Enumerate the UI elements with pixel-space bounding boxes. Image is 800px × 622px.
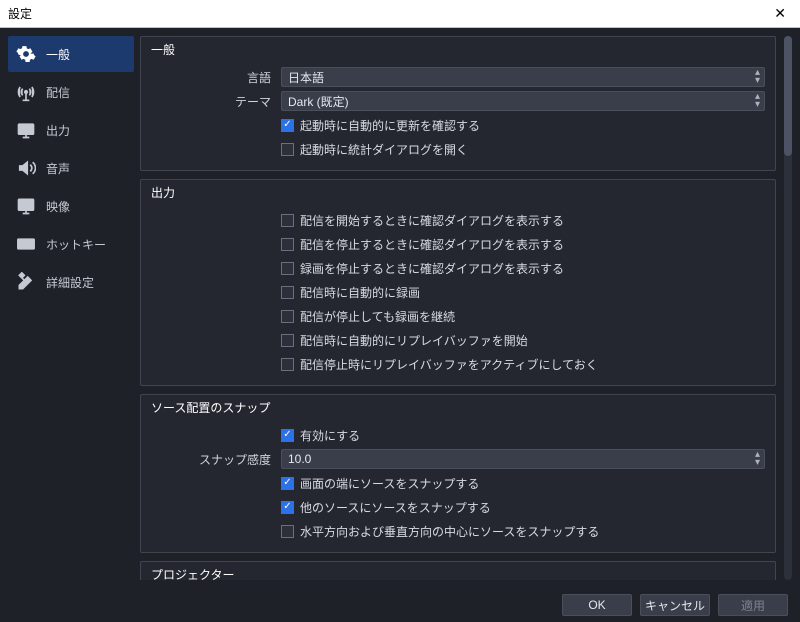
sidebar-item-label: 一般 [46,46,70,63]
scrollbar[interactable] [784,36,792,580]
sidebar-item-label: ホットキー [46,236,106,253]
checkbox-icon [281,358,294,371]
theme-select[interactable]: Dark (既定) ▴▾ [281,91,765,111]
window-title: 設定 [8,5,32,22]
chk-snap-enable[interactable]: ✓有効にする [281,427,765,444]
chk-auto-update[interactable]: ✓ 起動時に自動的に更新を確認する [281,117,765,134]
checkbox-icon: ✓ [281,477,294,490]
sidebar-item-label: 配信 [46,84,70,101]
close-icon[interactable]: ✕ [768,5,792,22]
speaker-icon [16,158,36,178]
gear-icon [16,44,36,64]
sidebar-item-label: 出力 [46,122,70,139]
chk-snap-center[interactable]: 水平方向および垂直方向の中心にソースをスナップする [281,523,765,540]
sidebar-item-label: 音声 [46,160,70,177]
checkbox-icon [281,262,294,275]
group-title: ソース配置のスナップ [141,395,775,418]
checkbox-icon [281,286,294,299]
sidebar-item-audio[interactable]: 音声 [8,150,134,186]
chk-auto-replay-buffer[interactable]: 配信時に自動的にリプレイバッファを開始 [281,332,765,349]
chk-keep-recording[interactable]: 配信が停止しても録画を継続 [281,308,765,325]
chk-snap-other[interactable]: ✓他のソースにソースをスナップする [281,499,765,516]
group-title: プロジェクター [141,562,775,580]
group-snapping: ソース配置のスナップ ✓有効にする スナップ感度 10.0 ▴▾ [140,394,776,553]
checkbox-icon [281,214,294,227]
spinner-icon: ▴▾ [755,451,760,467]
group-output: 出力 配信を開始するときに確認ダイアログを表示する 配信を停止するときに確認ダイ… [140,179,776,386]
checkbox-icon: ✓ [281,119,294,132]
theme-label: テーマ [151,93,281,110]
chevron-updown-icon: ▴▾ [755,93,760,109]
sidebar-item-label: 詳細設定 [46,274,94,291]
ok-button[interactable]: OK [562,594,632,616]
sidebar-item-label: 映像 [46,198,70,215]
sidebar-item-output[interactable]: 出力 [8,112,134,148]
scrollbar-thumb[interactable] [784,36,792,156]
cancel-button[interactable]: キャンセル [640,594,710,616]
chk-confirm-stop-stream[interactable]: 配信を停止するときに確認ダイアログを表示する [281,236,765,253]
group-general: 一般 言語 日本語 ▴▾ テーマ [140,36,776,171]
snap-sensitivity-input[interactable]: 10.0 ▴▾ [281,449,765,469]
checkbox-icon: ✓ [281,501,294,514]
language-select[interactable]: 日本語 ▴▾ [281,67,765,87]
checkbox-icon [281,310,294,323]
output-icon [16,120,36,140]
footer: OK キャンセル 適用 [0,588,800,622]
chk-confirm-start-stream[interactable]: 配信を開始するときに確認ダイアログを表示する [281,212,765,229]
antenna-icon [16,82,36,102]
group-title: 出力 [141,180,775,203]
monitor-icon [16,196,36,216]
group-title: 一般 [141,37,775,60]
checkbox-icon [281,143,294,156]
chk-stats-dialog[interactable]: 起動時に統計ダイアログを開く [281,141,765,158]
checkbox-icon: ✓ [281,429,294,442]
checkbox-icon [281,525,294,538]
sidebar-item-hotkeys[interactable]: ホットキー [8,226,134,262]
chevron-updown-icon: ▴▾ [755,69,760,85]
sidebar-item-stream[interactable]: 配信 [8,74,134,110]
chk-keep-replay-buffer[interactable]: 配信停止時にリプレイバッファをアクティブにしておく [281,356,765,373]
tools-icon [16,272,36,292]
chk-snap-edge[interactable]: ✓画面の端にソースをスナップする [281,475,765,492]
sidebar-item-video[interactable]: 映像 [8,188,134,224]
chk-confirm-stop-record[interactable]: 録画を停止するときに確認ダイアログを表示する [281,260,765,277]
sidebar: 一般 配信 出力 音声 映像 [8,36,134,580]
sidebar-item-general[interactable]: 一般 [8,36,134,72]
checkbox-icon [281,238,294,251]
language-label: 言語 [151,69,281,86]
keyboard-icon [16,234,36,254]
sidebar-item-advanced[interactable]: 詳細設定 [8,264,134,300]
checkbox-icon [281,334,294,347]
titlebar: 設定 ✕ [0,0,800,28]
snap-sensitivity-label: スナップ感度 [151,451,281,468]
content-area: 一般 言語 日本語 ▴▾ テーマ [140,36,780,580]
chk-auto-record[interactable]: 配信時に自動的に録画 [281,284,765,301]
apply-button[interactable]: 適用 [718,594,788,616]
group-projector: プロジェクター プロジェクター上のカーソルを非表示にする プロジェクターを常に手… [140,561,776,580]
